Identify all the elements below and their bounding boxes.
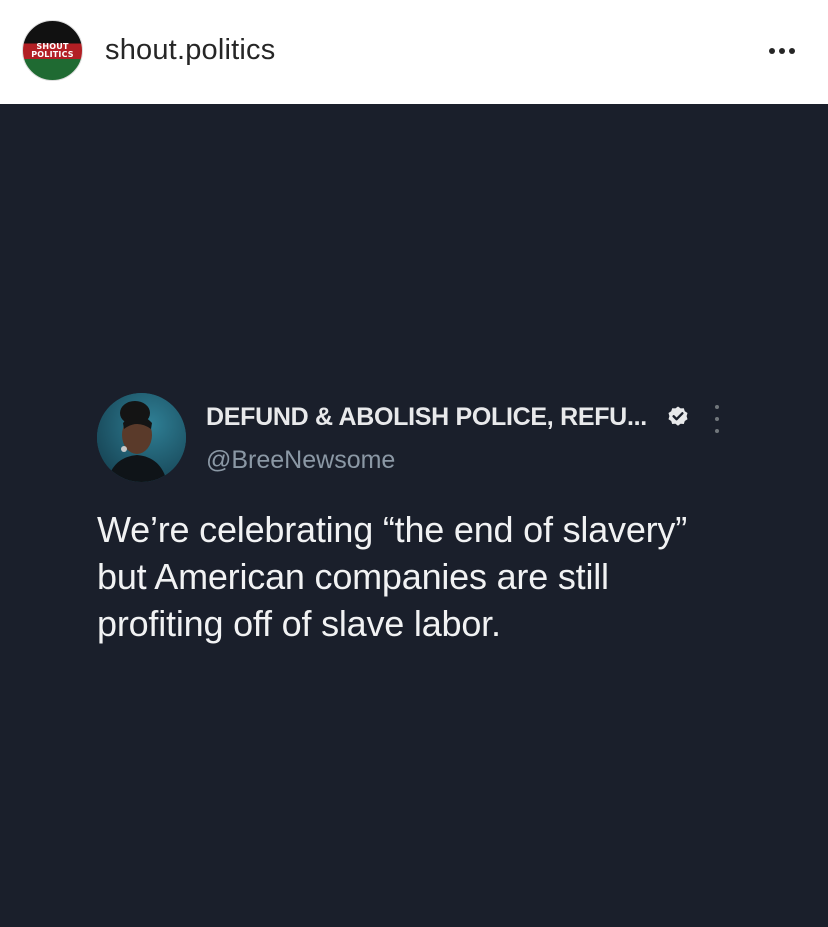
tweet-handle[interactable]: @BreeNewsome [206,443,395,477]
tweet-text-line: profiting off of slave labor. [97,603,501,644]
more-vertical-icon [715,417,719,421]
more-horizontal-icon [779,48,785,54]
more-horizontal-icon [789,48,795,54]
tweet-text-line: but American companies are still [97,556,609,597]
profile-avatar[interactable]: SHOUT POLITICS [22,20,83,81]
avatar-logo-line2: POLITICS [31,50,74,59]
instagram-post: SHOUT POLITICS shout.politics DEFUND & A… [0,0,828,927]
tweet-display-name[interactable]: DEFUND & ABOLISH POLICE, REFU... [206,400,666,434]
tweet-text-line: We’re celebrating “the end of slavery” [97,509,688,550]
avatar-logo: SHOUT POLITICS [23,43,82,59]
post-header: SHOUT POLITICS shout.politics [0,0,828,104]
username-link[interactable]: shout.politics [105,31,275,69]
more-vertical-icon [715,405,719,409]
more-horizontal-icon [769,48,775,54]
verified-badge-icon [666,405,690,429]
more-options-button[interactable] [760,34,804,68]
more-vertical-icon [715,429,719,433]
tweet-author-avatar [97,393,186,482]
tweet-more-button[interactable] [711,405,723,433]
tweet-text: We’re celebrating “the end of slavery” b… [97,506,777,647]
